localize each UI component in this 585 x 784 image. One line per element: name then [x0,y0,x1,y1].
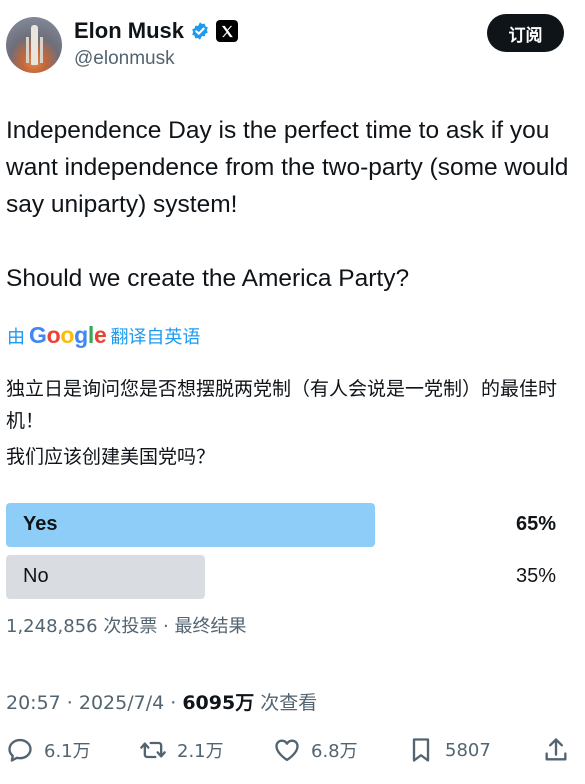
google-logo: Google [29,322,107,348]
retweet-button[interactable]: 2.1万 [139,736,224,764]
bookmark-button[interactable]: 5807 [407,736,491,764]
share-icon [545,738,567,761]
avatar-rocket [31,25,38,65]
retweet-count: 2.1万 [177,741,224,762]
reply-button[interactable]: 6.1万 [6,736,91,764]
heart-icon [275,739,299,762]
tweet-text: Independence Day is the perfect time to … [6,112,576,297]
view-count-suffix: 次查看 [254,692,318,714]
retweet-icon [140,741,166,759]
timestamp[interactable]: 20:57 · 2025/7/4 · 6095万 次查看 [6,688,317,715]
poll-meta: 1,248,856 次投票 · 最终结果 [6,616,247,637]
translated-line: 我们应该创建美国党吗？ [6,446,216,468]
avatar[interactable] [6,17,62,73]
author-name-row: Elon Musk [74,18,239,44]
user-handle[interactable]: @elonmusk [74,48,175,70]
poll-bar-yes [6,503,375,547]
bookmark-icon [412,738,430,762]
share-button[interactable] [542,736,570,764]
translated-by-suffix: 翻译自英语 [110,326,201,348]
like-button[interactable]: 6.8万 [273,736,358,764]
poll-option-no[interactable]: No 35% [6,555,570,599]
reply-count: 6.1万 [44,741,91,762]
translated-text: 独立日是询问您是否想摆脱两党制（有人会说是一党制）的最佳时机！ 我们应该创建美国… [6,373,576,473]
poll: Yes 65% No 35% [6,503,570,607]
like-count: 6.8万 [311,741,358,762]
verified-badge-icon [190,21,210,41]
post-time: 20:57 · 2025/7/4 · [6,692,183,714]
poll-option-label: Yes [23,513,58,535]
tweet-paragraph: Should we create the America Party? [6,265,410,292]
action-bar: 6.1万 2.1万 6.8万 5807 [6,736,581,776]
avatar-rocket-booster-left [26,37,29,63]
poll-option-percent: 65% [515,513,556,535]
translated-by-google[interactable]: 由 Google 翻译自英语 [7,322,200,349]
avatar-rocket-booster-right [40,37,43,63]
tweet-paragraph: Independence Day is the perfect time to … [6,117,569,218]
poll-option-label: No [23,565,49,587]
bookmark-count: 5807 [445,739,491,761]
x-logo-icon [216,20,239,42]
poll-option-percent: 35% [515,565,556,587]
subscribe-button[interactable]: 订阅 [487,14,564,52]
translated-by-prefix: 由 [7,326,25,348]
poll-option-yes[interactable]: Yes 65% [6,503,570,547]
view-count: 6095万 [182,692,255,714]
display-name[interactable]: Elon Musk [74,18,184,44]
translated-line: 独立日是询问您是否想摆脱两党制（有人会说是一党制）的最佳时机！ [6,378,558,432]
reply-icon [8,738,32,762]
